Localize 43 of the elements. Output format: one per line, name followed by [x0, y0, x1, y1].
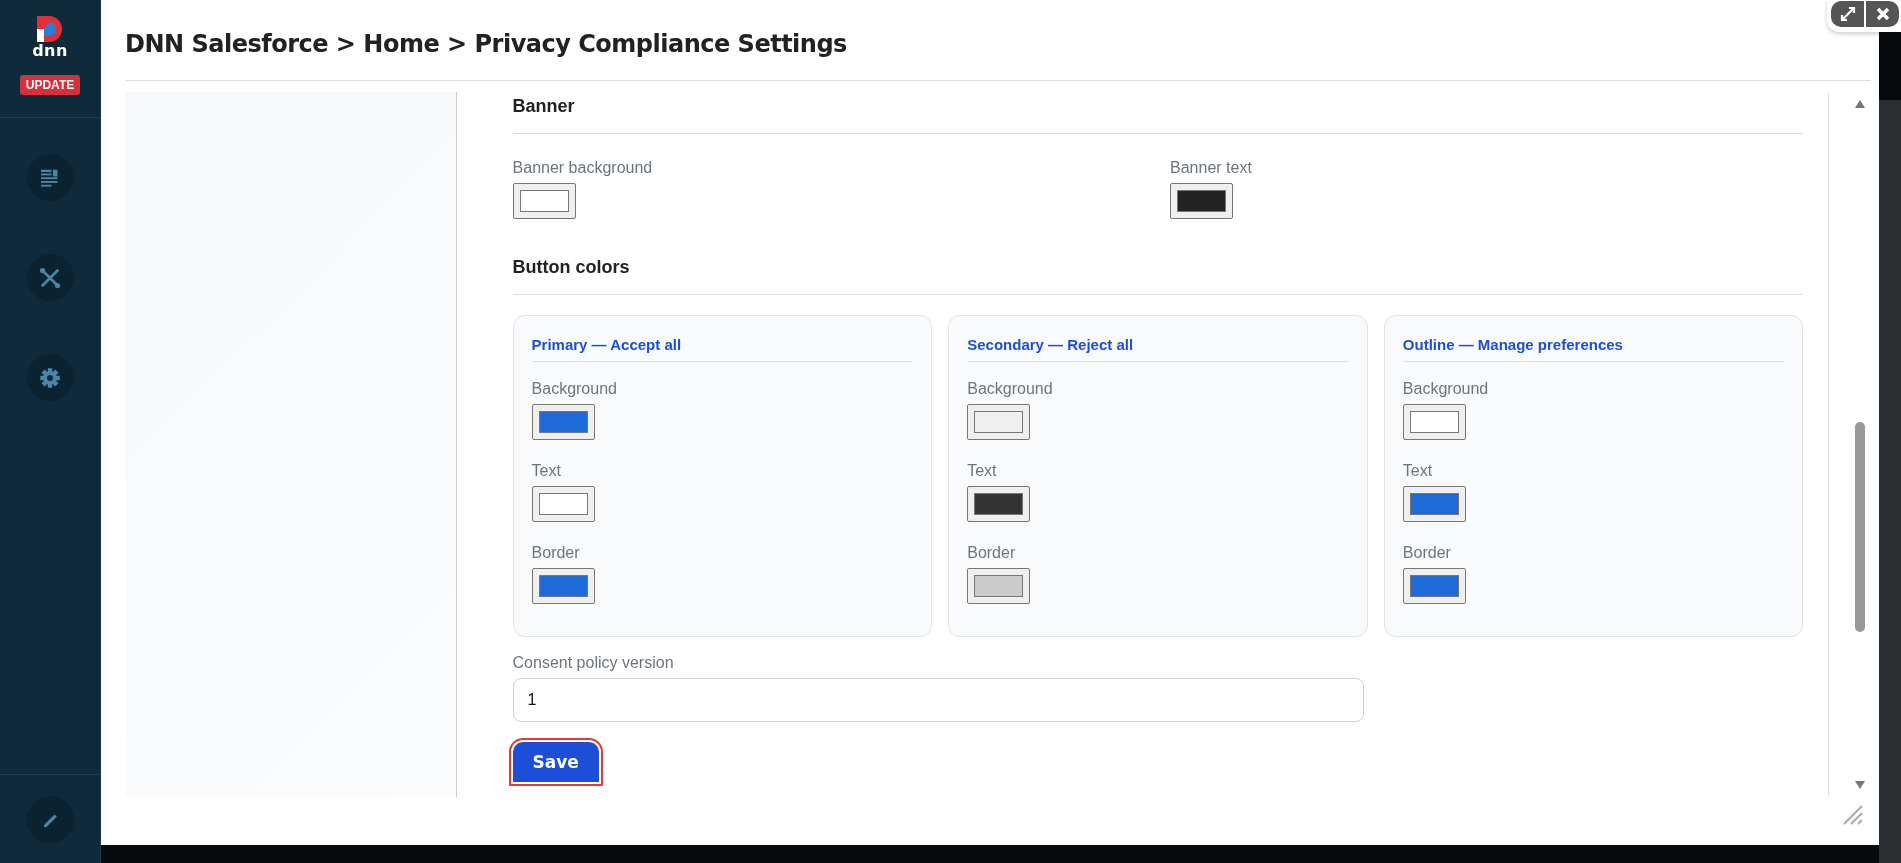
field-label: Banner text	[1170, 158, 1252, 177]
update-button[interactable]: UPDATE	[19, 75, 81, 95]
color-picker[interactable]	[967, 404, 1031, 440]
scroll-up-icon[interactable]	[1855, 100, 1866, 108]
field-label: Border	[531, 543, 580, 562]
dialog-title: DNN Salesforce > Home > Privacy Compliance Settings	[124, 29, 848, 60]
color-picker[interactable]	[1402, 568, 1466, 604]
field-label: Background	[967, 379, 1053, 398]
expand-button[interactable]	[1831, 1, 1864, 27]
dnn-logo[interactable]: dnn	[32, 16, 68, 59]
field-label: Text	[531, 461, 561, 480]
scrollbar-thumb[interactable]	[1855, 422, 1866, 632]
color-picker[interactable]	[967, 568, 1031, 604]
expand-icon	[1839, 6, 1856, 22]
section-heading: Button colors	[512, 253, 1804, 295]
field-label: Border	[1402, 543, 1451, 562]
field-label: Text	[967, 461, 997, 480]
color-picker[interactable]	[512, 183, 576, 219]
field-label: Banner background	[512, 158, 653, 177]
scroll-down-icon[interactable]	[1855, 781, 1866, 789]
color-picker[interactable]	[1402, 404, 1466, 440]
card-title: Primary — Accept all	[531, 336, 914, 362]
gear-button[interactable]	[26, 354, 74, 401]
close-button[interactable]	[1866, 1, 1899, 27]
field-label: Text	[1402, 461, 1433, 480]
color-picker[interactable]	[1170, 183, 1233, 219]
color-picker[interactable]	[531, 404, 595, 440]
document-lines-button[interactable]	[26, 154, 74, 201]
section-heading: Banner	[512, 92, 1804, 134]
color-picker[interactable]	[1402, 486, 1466, 522]
gear-icon	[38, 365, 62, 390]
version-input[interactable]: 1	[512, 678, 1364, 722]
color-picker[interactable]	[531, 568, 595, 604]
field-label: Border	[967, 543, 1016, 562]
card-title: Outline — Manage preferences	[1402, 336, 1785, 362]
close-icon	[1875, 7, 1890, 21]
field-label: Background	[531, 379, 617, 398]
field-label: Background	[1402, 379, 1489, 398]
field-label: Consent policy version	[512, 653, 674, 672]
card-title: Secondary — Reject all	[967, 336, 1349, 362]
color-picker[interactable]	[967, 486, 1031, 522]
resize-grip-icon[interactable]	[1841, 803, 1863, 825]
color-picker[interactable]	[531, 486, 595, 522]
